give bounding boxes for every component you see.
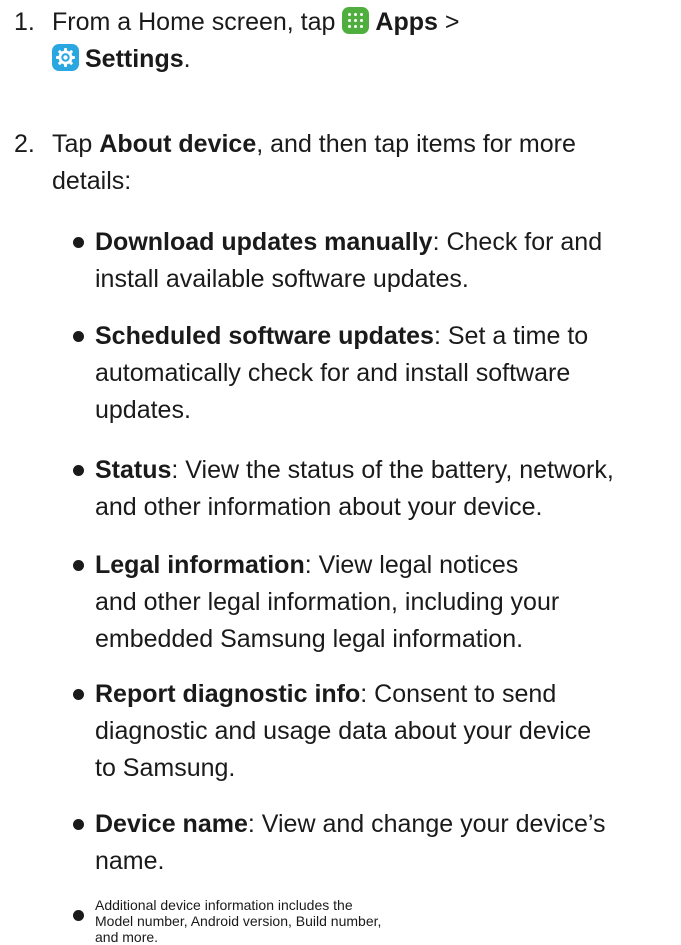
step-2-line-2: details: xyxy=(52,167,132,195)
step-1-line-2: Settings. xyxy=(52,41,672,78)
breadcrumb-separator: > xyxy=(444,8,460,36)
bullet-icon xyxy=(73,331,84,342)
about-device-label: About device xyxy=(99,130,257,158)
step-2-line-1: Tap About device, and then tap items for… xyxy=(52,130,576,158)
bullet-icon xyxy=(73,237,84,248)
settings-label: Settings xyxy=(85,45,184,73)
step-number: 1. xyxy=(14,8,35,36)
item-title: Legal information xyxy=(95,551,305,579)
step-1-line-1: From a Home screen, tap Apps > xyxy=(52,4,672,41)
step-1-text: From a Home screen, tap Apps > Settings. xyxy=(52,4,672,78)
settings-gear-icon xyxy=(52,44,79,71)
step-2-text: Tap About device, and then tap items for… xyxy=(52,126,672,200)
item-title: Device name xyxy=(95,810,248,838)
step-1-prefix: From a Home screen, tap xyxy=(52,8,336,36)
bullet-icon xyxy=(73,910,84,921)
apps-label: Apps xyxy=(375,8,438,36)
instructions-page: 1. From a Home screen, tap Apps > Settin… xyxy=(0,0,681,945)
apps-icon xyxy=(342,7,370,34)
item-title: Status xyxy=(95,456,172,484)
item-title: Scheduled software updates xyxy=(95,322,434,350)
bullet-icon xyxy=(73,819,84,830)
item-title: Report diagnostic info xyxy=(95,680,361,708)
step-number: 2. xyxy=(14,130,35,158)
bullet-icon xyxy=(73,465,84,476)
item-title: Download updates manually xyxy=(95,228,433,256)
bullet-icon xyxy=(73,560,84,571)
bullet-icon xyxy=(73,689,84,700)
